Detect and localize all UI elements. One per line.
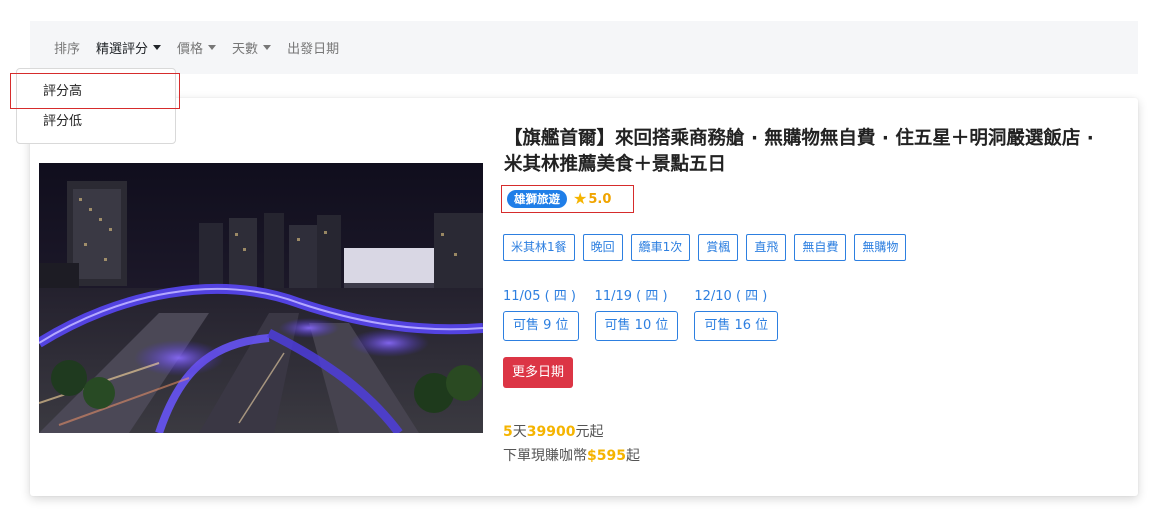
filter-departure-date[interactable]: 出發日期 xyxy=(287,38,339,57)
sort-label: 排序 xyxy=(54,42,81,57)
filter-bar: 排序 精選評分 價格 天數 出發日期 xyxy=(30,21,1138,74)
seats-available-button[interactable]: 可售 16 位 xyxy=(694,311,779,341)
points-prefix: 下單現賺咖幣 xyxy=(503,448,587,464)
rating-row: 雄獅旅遊 ★ 5.0 xyxy=(507,190,611,208)
points-amount: $595 xyxy=(587,448,626,464)
feature-tags: 米其林1餐 晚回 纜車1次 賞楓 直飛 無自費 無購物 xyxy=(503,234,914,261)
caret-down-icon xyxy=(263,45,272,50)
caret-down-icon xyxy=(208,45,217,50)
trip-days: 5 xyxy=(503,424,513,440)
seats-available-button[interactable]: 可售 10 位 xyxy=(594,311,679,341)
agency-badge: 雄獅旅遊 xyxy=(507,190,567,208)
price-line: 5天39900元起 xyxy=(503,423,603,441)
seats-available-button[interactable]: 可售 9 位 xyxy=(503,311,579,341)
days-unit: 天 xyxy=(512,424,527,440)
caret-down-icon xyxy=(153,45,162,50)
departure-date: 11/05 ( 四 ) xyxy=(503,289,577,304)
price-amount: 39900 xyxy=(526,424,576,440)
departure-option: 11/19 ( 四 ) 可售 10 位 xyxy=(594,289,679,341)
tour-title[interactable]: 【旗艦首爾】來回搭乘商務艙 · 無購物無自費 · 住五星＋明洞嚴選飯店 · 米其… xyxy=(504,126,1114,178)
feature-tag: 纜車1次 xyxy=(630,234,691,261)
dropdown-item-low-rating[interactable]: 評分低 xyxy=(17,107,175,137)
rating-score: 5.0 xyxy=(588,191,612,207)
filter-days-dropdown[interactable]: 天數 xyxy=(232,38,272,57)
more-dates-button[interactable]: 更多日期 xyxy=(503,357,574,388)
feature-tag: 米其林1餐 xyxy=(503,234,575,261)
feature-tag: 晚回 xyxy=(582,234,623,261)
feature-tag: 無購物 xyxy=(854,234,907,261)
star-icon: ★ xyxy=(573,189,588,208)
tour-photo[interactable] xyxy=(39,163,483,433)
filter-rating-dropdown[interactable]: 精選評分 xyxy=(96,38,162,57)
departure-option: 11/05 ( 四 ) 可售 9 位 xyxy=(503,289,579,341)
points-line: 下單現賺咖幣$595起 xyxy=(503,447,640,465)
feature-tag: 無自費 xyxy=(794,234,847,261)
rating-dropdown-menu: 評分高 評分低 xyxy=(16,68,176,144)
feature-tag: 直飛 xyxy=(746,234,787,261)
departure-option: 12/10 ( 四 ) 可售 16 位 xyxy=(694,289,779,341)
departure-date: 11/19 ( 四 ) xyxy=(594,289,668,304)
points-suffix: 起 xyxy=(625,448,640,464)
departure-dates: 11/05 ( 四 ) 可售 9 位 11/19 ( 四 ) 可售 10 位 1… xyxy=(503,289,794,341)
price-suffix: 元起 xyxy=(575,424,604,440)
filter-price-dropdown[interactable]: 價格 xyxy=(177,38,217,57)
feature-tag: 賞楓 xyxy=(698,234,739,261)
departure-date: 12/10 ( 四 ) xyxy=(694,289,768,304)
dropdown-item-high-rating[interactable]: 評分高 xyxy=(17,77,175,107)
night-city-image xyxy=(39,163,483,433)
